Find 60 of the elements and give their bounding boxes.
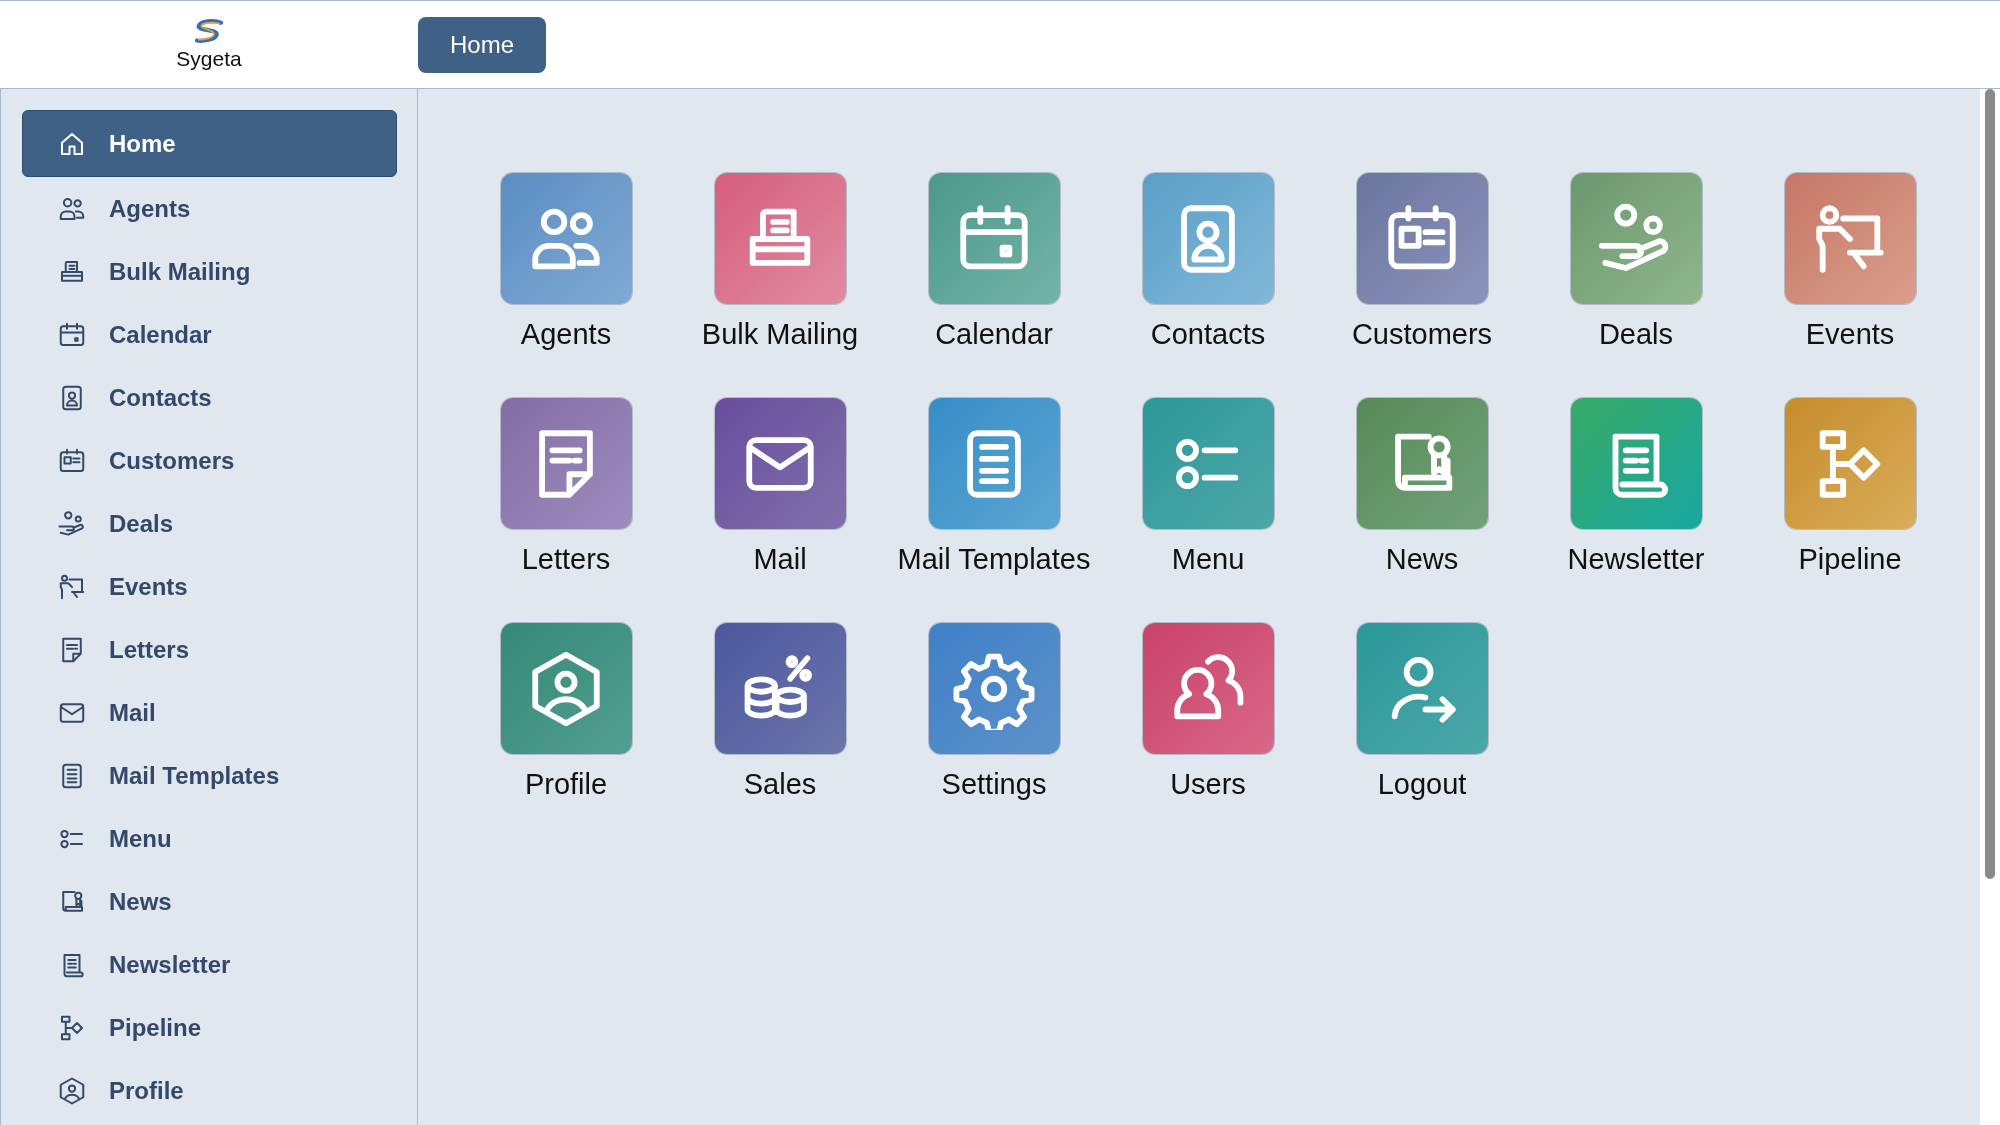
tile-label: Events <box>1805 317 1895 352</box>
app-tile[interactable]: Menu <box>1101 398 1315 577</box>
app-tile[interactable]: Contacts <box>1101 173 1315 352</box>
profile-hexagon-icon <box>57 1075 87 1106</box>
sidebar-item[interactable]: Newsletter <box>22 933 397 996</box>
hand-people-icon <box>57 508 87 539</box>
sidebar-item[interactable]: Profile <box>22 1059 397 1122</box>
sidebar-item[interactable]: Contacts <box>22 366 397 429</box>
sidebar-item[interactable]: Deals <box>22 492 397 555</box>
app-tile[interactable]: Newsletter <box>1529 398 1743 577</box>
tile-label: Customers <box>1351 317 1493 352</box>
app-tile[interactable]: Sales <box>673 623 887 802</box>
logo-icon <box>192 18 226 45</box>
app-tile[interactable]: News <box>1315 398 1529 577</box>
tile-label: Calendar <box>935 317 1053 352</box>
scrollbar[interactable] <box>1980 89 2000 1125</box>
tile-label: Users <box>1170 767 1246 802</box>
sidebar-item[interactable]: Letters <box>22 618 397 681</box>
sidebar-item[interactable]: Agents <box>22 177 397 240</box>
tile-label: Mail <box>753 542 807 577</box>
brand-name: Sygeta <box>176 46 242 71</box>
tile-label: Pipeline <box>1798 542 1902 577</box>
tile-label: News <box>1385 542 1459 577</box>
sidebar-item[interactable]: Menu <box>22 807 397 870</box>
tile-label: Mail Templates <box>897 542 1091 577</box>
tile-label: Agents <box>520 317 612 352</box>
sidebar-item[interactable]: Pipeline <box>22 996 397 1059</box>
app-tile[interactable]: Logout <box>1315 623 1529 802</box>
tile-label: Contacts <box>1150 317 1266 352</box>
app-tile[interactable]: Events <box>1743 173 1957 352</box>
sidebar-item[interactable]: Events <box>22 555 397 618</box>
app-tile[interactable]: Customers <box>1315 173 1529 352</box>
tile-label: Newsletter <box>1567 542 1705 577</box>
tile-label: Logout <box>1377 767 1467 802</box>
app-tile[interactable]: Mail Templates <box>887 398 1101 577</box>
tile-label: Menu <box>1171 542 1245 577</box>
tile-label: Letters <box>521 542 611 577</box>
app-tile[interactable]: Pipeline <box>1743 398 1957 577</box>
app-tile[interactable]: Letters <box>459 398 673 577</box>
sidebar-item[interactable]: Calendar <box>22 303 397 366</box>
app-tile[interactable]: Users <box>1101 623 1315 802</box>
sidebar-item[interactable]: Home <box>22 110 397 177</box>
tile-label: Sales <box>743 767 817 802</box>
app-tile[interactable]: Deals <box>1529 173 1743 352</box>
sidebar-item[interactable]: Mail <box>22 681 397 744</box>
app-tile[interactable]: Calendar <box>887 173 1101 352</box>
tile-label: Bulk Mailing <box>701 317 859 352</box>
app-tile[interactable]: Settings <box>887 623 1101 802</box>
home-tab[interactable]: Home <box>418 16 547 73</box>
tile-label: Profile <box>524 767 608 802</box>
app-tile[interactable]: Bulk Mailing <box>673 173 887 352</box>
tile-label: Deals <box>1598 317 1674 352</box>
app-tile[interactable]: Agents <box>459 173 673 352</box>
sidebar-item[interactable]: Bulk Mailing <box>22 240 397 303</box>
app-tile[interactable]: Mail <box>673 398 887 577</box>
sidebar-item[interactable]: Mail Templates <box>22 744 397 807</box>
app-tile[interactable]: Profile <box>459 623 673 802</box>
sidebar-item[interactable]: Customers <box>22 429 397 492</box>
tile-label: Settings <box>941 767 1047 802</box>
sidebar-item[interactable]: News <box>22 870 397 933</box>
